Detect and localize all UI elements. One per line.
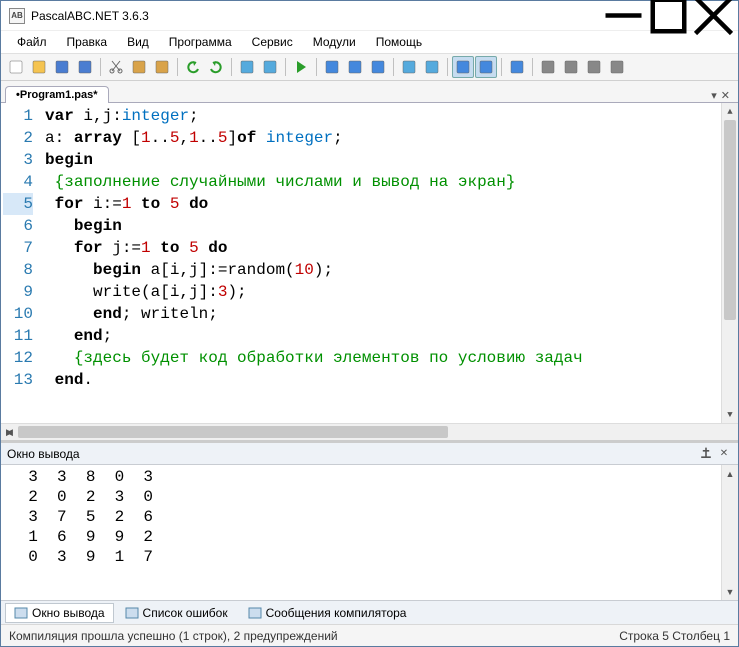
panel2-icon[interactable]	[475, 56, 497, 78]
status-message: Компиляция прошла успешно (1 строк), 2 п…	[9, 629, 619, 643]
menu-помощь[interactable]: Помощь	[366, 32, 432, 52]
toolbar-separator	[177, 58, 178, 76]
output-header: Окно вывода ✕	[1, 443, 738, 465]
step-over-icon[interactable]	[321, 56, 343, 78]
scroll-thumb[interactable]	[724, 120, 736, 320]
status-bar: Компиляция прошла успешно (1 строк), 2 п…	[1, 624, 738, 646]
toolbar-separator	[447, 58, 448, 76]
maximize-button[interactable]	[646, 2, 691, 30]
minimize-button[interactable]	[601, 2, 646, 30]
output-vertical-scrollbar[interactable]: ▲ ▼	[721, 465, 738, 600]
app-icon: AB	[9, 8, 25, 24]
toolbar	[1, 53, 738, 81]
navigate-forward-icon[interactable]	[259, 56, 281, 78]
scroll-up-icon[interactable]: ▲	[722, 103, 738, 120]
tab-icon	[14, 606, 28, 620]
bottom-tab-label: Окно вывода	[32, 606, 105, 620]
menu-файл[interactable]: Файл	[7, 32, 57, 52]
panel3-icon[interactable]	[506, 56, 528, 78]
help4-icon[interactable]	[606, 56, 628, 78]
scroll-down-icon[interactable]: ▼	[722, 406, 738, 423]
new-file-icon[interactable]	[5, 56, 27, 78]
file-tab[interactable]: •Program1.pas*	[5, 86, 109, 103]
step-into-icon[interactable]	[344, 56, 366, 78]
bottom-tab-окно-вывода[interactable]: Окно вывода	[5, 603, 114, 623]
format-icon[interactable]	[421, 56, 443, 78]
toolbar-separator	[532, 58, 533, 76]
code-editor[interactable]: 12345678910111213 var i,j:integer;a: arr…	[1, 103, 738, 423]
code-area[interactable]: var i,j:integer;a: array [1..5,1..5]of i…	[41, 103, 721, 423]
menu-программа[interactable]: Программа	[159, 32, 242, 52]
toolbar-separator	[100, 58, 101, 76]
tab-dropdown-icon[interactable]: ▾	[711, 89, 717, 102]
panel-close-icon[interactable]: ✕	[716, 446, 732, 462]
toolbar-separator	[393, 58, 394, 76]
toolbar-separator	[231, 58, 232, 76]
bottom-tab-список-ошибок[interactable]: Список ошибок	[116, 603, 237, 623]
copy-icon[interactable]	[128, 56, 150, 78]
tab-icon	[248, 606, 262, 620]
paste-icon[interactable]	[151, 56, 173, 78]
redo-icon[interactable]	[205, 56, 227, 78]
insert-template-icon[interactable]	[398, 56, 420, 78]
output-panel: Окно вывода ✕ 3 3 8 0 3 2 0 2 3 0 3 7 5 …	[1, 440, 738, 600]
output-title: Окно вывода	[7, 447, 696, 461]
scroll-up-icon[interactable]: ▲	[722, 465, 738, 482]
navigate-back-icon[interactable]	[236, 56, 258, 78]
panel1-icon[interactable]	[452, 56, 474, 78]
pin-icon[interactable]	[698, 446, 714, 462]
help2-icon[interactable]	[560, 56, 582, 78]
tab-close-icon[interactable]: ✕	[721, 89, 730, 102]
title-bar: AB PascalABC.NET 3.6.3	[1, 1, 738, 31]
window-title: PascalABC.NET 3.6.3	[31, 9, 601, 23]
help3-icon[interactable]	[583, 56, 605, 78]
tab-icon	[125, 606, 139, 620]
bottom-tab-label: Список ошибок	[143, 606, 228, 620]
toolbar-separator	[285, 58, 286, 76]
save-icon[interactable]	[51, 56, 73, 78]
menu-вид[interactable]: Вид	[117, 32, 159, 52]
editor-horizontal-scrollbar[interactable]: ◀ ▶	[1, 423, 738, 440]
save-all-icon[interactable]	[74, 56, 96, 78]
menu-правка[interactable]: Правка	[57, 32, 118, 52]
cursor-position: Строка 5 Столбец 1	[619, 629, 730, 643]
menu-модули[interactable]: Модули	[303, 32, 366, 52]
cut-icon[interactable]	[105, 56, 127, 78]
menu-сервис[interactable]: Сервис	[242, 32, 303, 52]
toolbar-separator	[501, 58, 502, 76]
tab-strip: •Program1.pas* ▾ ✕	[1, 81, 738, 103]
stop-icon[interactable]	[367, 56, 389, 78]
bottom-tab-strip: Окно вывода Список ошибок Сообщения компил…	[1, 600, 738, 624]
help1-icon[interactable]	[537, 56, 559, 78]
editor-vertical-scrollbar[interactable]: ▲ ▼	[721, 103, 738, 423]
run-icon[interactable]	[290, 56, 312, 78]
undo-icon[interactable]	[182, 56, 204, 78]
toolbar-separator	[316, 58, 317, 76]
scroll-down-icon[interactable]: ▼	[722, 583, 738, 600]
scroll-right-icon[interactable]: ▶	[1, 424, 18, 441]
scroll-thumb-h[interactable]	[18, 426, 448, 438]
output-text[interactable]: 3 3 8 0 3 2 0 2 3 0 3 7 5 2 6 1 6 9 9 2 …	[1, 465, 721, 600]
bottom-tab-сообщения-компилятора[interactable]: Сообщения компилятора	[239, 603, 416, 623]
line-gutter: 12345678910111213	[1, 103, 41, 423]
menu-bar: ФайлПравкаВидПрограммаСервисМодулиПомощь	[1, 31, 738, 53]
bottom-tab-label: Сообщения компилятора	[266, 606, 407, 620]
close-button[interactable]	[691, 2, 736, 30]
open-file-icon[interactable]	[28, 56, 50, 78]
